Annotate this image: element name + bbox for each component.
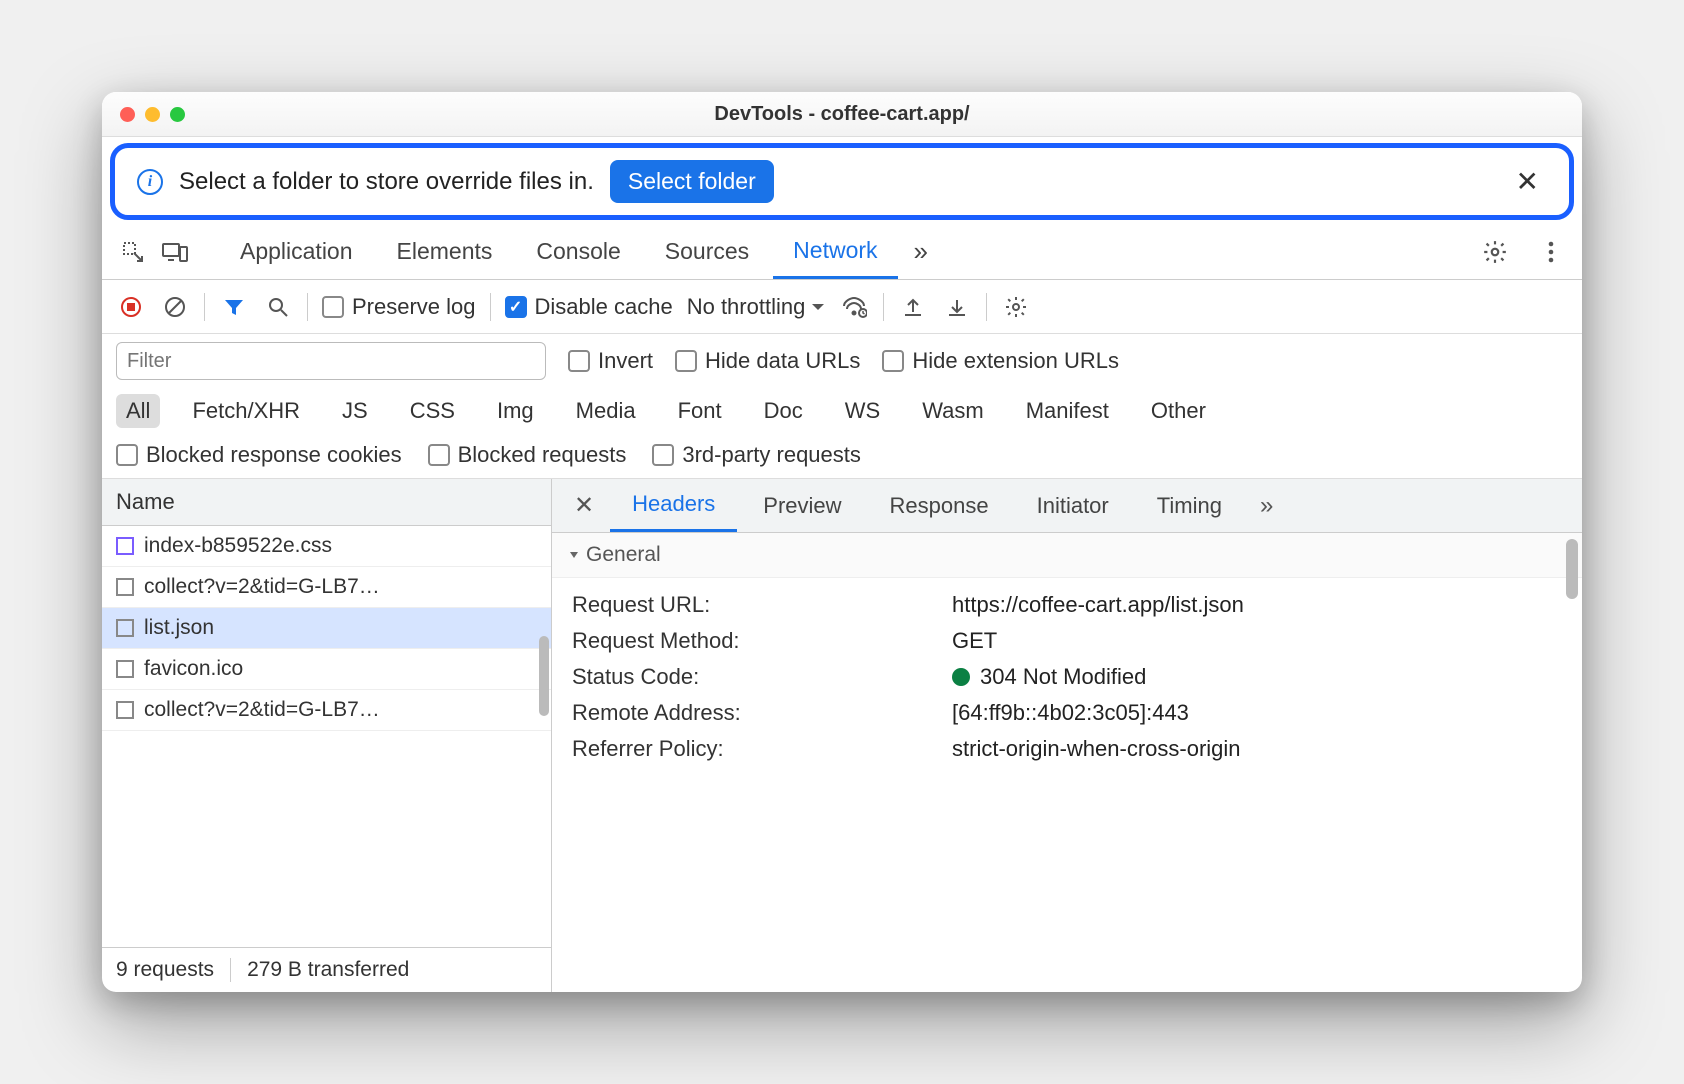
blocked-filters-row: Blocked response cookies Blocked request… <box>102 436 1582 479</box>
scrollbar-thumb[interactable] <box>539 636 549 716</box>
kv-key: Remote Address: <box>572 700 932 726</box>
transferred-size: 279 B transferred <box>230 958 409 982</box>
close-detail-icon[interactable]: ✕ <box>562 491 606 520</box>
kv-key: Status Code: <box>572 664 932 690</box>
inspect-icon[interactable] <box>114 233 152 271</box>
filter-icon[interactable] <box>219 292 249 322</box>
close-window-icon[interactable] <box>120 107 135 122</box>
type-img[interactable]: Img <box>487 394 544 428</box>
network-conditions-icon[interactable] <box>839 292 869 322</box>
request-detail: ✕ Headers Preview Response Initiator Tim… <box>552 479 1582 992</box>
filter-row: Invert Hide data URLs Hide extension URL… <box>102 334 1582 388</box>
kv-value: GET <box>952 628 1562 654</box>
network-settings-icon[interactable] <box>1001 292 1031 322</box>
clear-icon[interactable] <box>160 292 190 322</box>
request-row[interactable]: favicon.ico <box>102 649 551 690</box>
file-icon <box>116 578 134 596</box>
kv-value: 304 Not Modified <box>952 664 1562 690</box>
upload-har-icon[interactable] <box>898 292 928 322</box>
settings-icon[interactable] <box>1476 233 1514 271</box>
info-icon: i <box>137 169 163 195</box>
blocked-requests-checkbox[interactable]: Blocked requests <box>428 442 627 468</box>
kv-value: [64:ff9b::4b02:3c05]:443 <box>952 700 1562 726</box>
close-infobar-icon[interactable]: ✕ <box>1508 165 1547 198</box>
search-icon[interactable] <box>263 292 293 322</box>
select-folder-button[interactable]: Select folder <box>610 160 774 203</box>
download-har-icon[interactable] <box>942 292 972 322</box>
request-list-header[interactable]: Name <box>102 479 551 526</box>
type-js[interactable]: JS <box>332 394 378 428</box>
tab-sources[interactable]: Sources <box>645 224 769 279</box>
main-tabs: Application Elements Console Sources Net… <box>102 224 1582 280</box>
request-status-bar: 9 requests 279 B transferred <box>102 947 551 992</box>
tab-console[interactable]: Console <box>516 224 640 279</box>
hide-extension-urls-checkbox[interactable]: Hide extension URLs <box>882 348 1119 374</box>
file-icon <box>116 701 134 719</box>
type-css[interactable]: CSS <box>400 394 465 428</box>
detail-tab-initiator[interactable]: Initiator <box>1015 479 1131 532</box>
invert-checkbox[interactable]: Invert <box>568 348 653 374</box>
type-media[interactable]: Media <box>566 394 646 428</box>
request-row[interactable]: collect?v=2&tid=G-LB7… <box>102 690 551 731</box>
kv-key: Request URL: <box>572 592 932 618</box>
window-controls <box>120 107 185 122</box>
detail-tab-headers[interactable]: Headers <box>610 479 737 532</box>
kv-key: Request Method: <box>572 628 932 654</box>
type-ws[interactable]: WS <box>835 394 890 428</box>
request-list-items: index-b859522e.css collect?v=2&tid=G-LB7… <box>102 526 551 947</box>
request-row[interactable]: index-b859522e.css <box>102 526 551 567</box>
request-count: 9 requests <box>116 958 214 982</box>
detail-tab-timing[interactable]: Timing <box>1135 479 1244 532</box>
kebab-menu-icon[interactable] <box>1532 233 1570 271</box>
minimize-window-icon[interactable] <box>145 107 160 122</box>
type-fetch[interactable]: Fetch/XHR <box>182 394 310 428</box>
tab-network[interactable]: Network <box>773 224 897 279</box>
third-party-requests-checkbox[interactable]: 3rd-party requests <box>652 442 861 468</box>
type-doc[interactable]: Doc <box>754 394 813 428</box>
tab-elements[interactable]: Elements <box>377 224 513 279</box>
network-toolbar: Preserve log Disable cache No throttling <box>102 280 1582 334</box>
blocked-response-cookies-checkbox[interactable]: Blocked response cookies <box>116 442 402 468</box>
record-icon[interactable] <box>116 292 146 322</box>
preserve-log-checkbox[interactable]: Preserve log <box>322 294 476 320</box>
type-all[interactable]: All <box>116 394 160 428</box>
file-icon <box>116 537 134 555</box>
titlebar: DevTools - coffee-cart.app/ <box>102 92 1582 137</box>
scrollbar-thumb[interactable] <box>1566 539 1578 599</box>
kv-value: strict-origin-when-cross-origin <box>952 736 1562 762</box>
general-kv: Request URL: https://coffee-cart.app/lis… <box>552 578 1582 776</box>
type-manifest[interactable]: Manifest <box>1016 394 1119 428</box>
network-main: Name index-b859522e.css collect?v=2&tid=… <box>102 479 1582 992</box>
detail-tabs: ✕ Headers Preview Response Initiator Tim… <box>552 479 1582 533</box>
request-list: Name index-b859522e.css collect?v=2&tid=… <box>102 479 552 992</box>
filter-input[interactable] <box>116 342 546 380</box>
request-row[interactable]: collect?v=2&tid=G-LB7… <box>102 567 551 608</box>
override-infobar: i Select a folder to store override file… <box>110 143 1574 220</box>
status-dot-icon <box>952 668 970 686</box>
detail-tab-preview[interactable]: Preview <box>741 479 863 532</box>
zoom-window-icon[interactable] <box>170 107 185 122</box>
more-detail-tabs-icon[interactable]: » <box>1248 492 1285 520</box>
request-row[interactable]: list.json <box>102 608 551 649</box>
throttling-select[interactable]: No throttling <box>687 294 826 320</box>
device-toggle-icon[interactable] <box>156 233 194 271</box>
general-section-header[interactable]: General <box>552 533 1582 578</box>
kv-value: https://coffee-cart.app/list.json <box>952 592 1562 618</box>
detail-tab-response[interactable]: Response <box>868 479 1011 532</box>
window-title: DevTools - coffee-cart.app/ <box>102 103 1582 126</box>
disable-cache-checkbox[interactable]: Disable cache <box>505 294 673 320</box>
more-tabs-icon[interactable]: » <box>902 236 940 267</box>
kv-key: Referrer Policy: <box>572 736 932 762</box>
infobar-text: Select a folder to store override files … <box>179 168 594 196</box>
resource-type-filters: All Fetch/XHR JS CSS Img Media Font Doc … <box>102 388 1582 436</box>
hide-data-urls-checkbox[interactable]: Hide data URLs <box>675 348 860 374</box>
type-font[interactable]: Font <box>668 394 732 428</box>
devtools-window: DevTools - coffee-cart.app/ i Select a f… <box>102 92 1582 992</box>
type-wasm[interactable]: Wasm <box>912 394 994 428</box>
file-icon <box>116 619 134 637</box>
type-other[interactable]: Other <box>1141 394 1216 428</box>
file-icon <box>116 660 134 678</box>
tab-application[interactable]: Application <box>220 224 373 279</box>
